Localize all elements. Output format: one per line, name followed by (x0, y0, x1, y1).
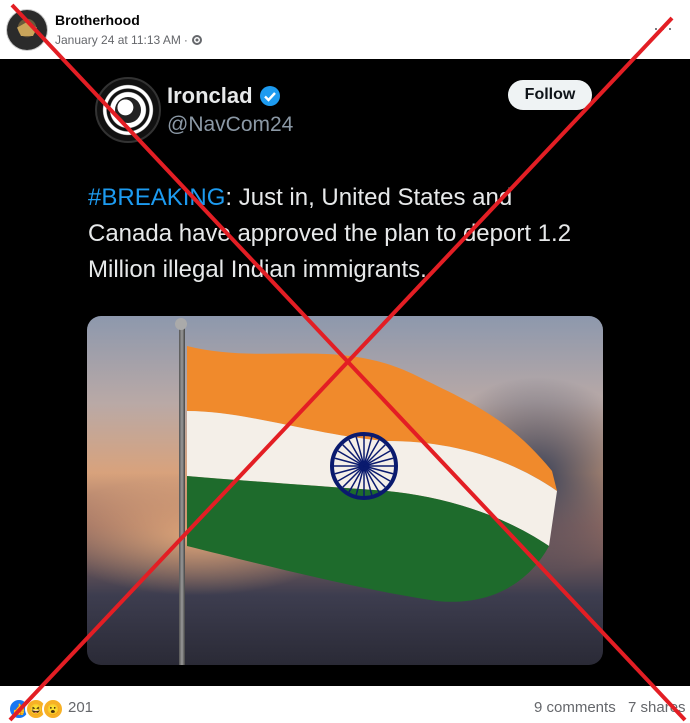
wow-icon: 😮 (42, 698, 64, 720)
tweet-display-name: Ironclad (167, 83, 281, 109)
shares-link[interactable]: 7 shares (628, 699, 686, 716)
tweet-text: #BREAKING: Just in, United States and Ca… (88, 180, 588, 288)
tweet-hashtag: #BREAKING (88, 184, 226, 211)
reactions-bar: 👍 😆 😮 201 9 comments 7 shares (0, 690, 690, 723)
reaction-icons[interactable]: 👍 😆 😮 (8, 698, 64, 720)
globe-logo (115, 97, 141, 123)
meta-separator: · (183, 33, 188, 47)
indian-flag (187, 346, 557, 602)
indian-flag-image (87, 316, 603, 665)
tweet-name-text: Ironclad (167, 83, 253, 108)
follow-button: Follow (508, 80, 592, 110)
post-image[interactable]: Ironclad @NavCom24 Follow #BREAKING: Jus… (0, 59, 690, 686)
tweet-avatar (95, 77, 161, 143)
post-timestamp[interactable]: January 24 at 11:13 AM (55, 33, 181, 47)
post-header: Brotherhood January 24 at 11:13 AM · ··· (0, 0, 690, 58)
comments-link[interactable]: 9 comments (534, 699, 616, 716)
ashoka-chakra (330, 432, 398, 500)
more-icon[interactable]: ··· (653, 18, 674, 39)
verified-icon (259, 86, 280, 106)
post-meta: January 24 at 11:13 AM · (55, 33, 203, 47)
tweet-handle: @NavCom24 (167, 113, 294, 136)
page-avatar[interactable] (7, 10, 47, 50)
page-name[interactable]: Brotherhood (55, 12, 140, 28)
gear-icon (191, 35, 202, 45)
reaction-count[interactable]: 201 (68, 699, 93, 716)
